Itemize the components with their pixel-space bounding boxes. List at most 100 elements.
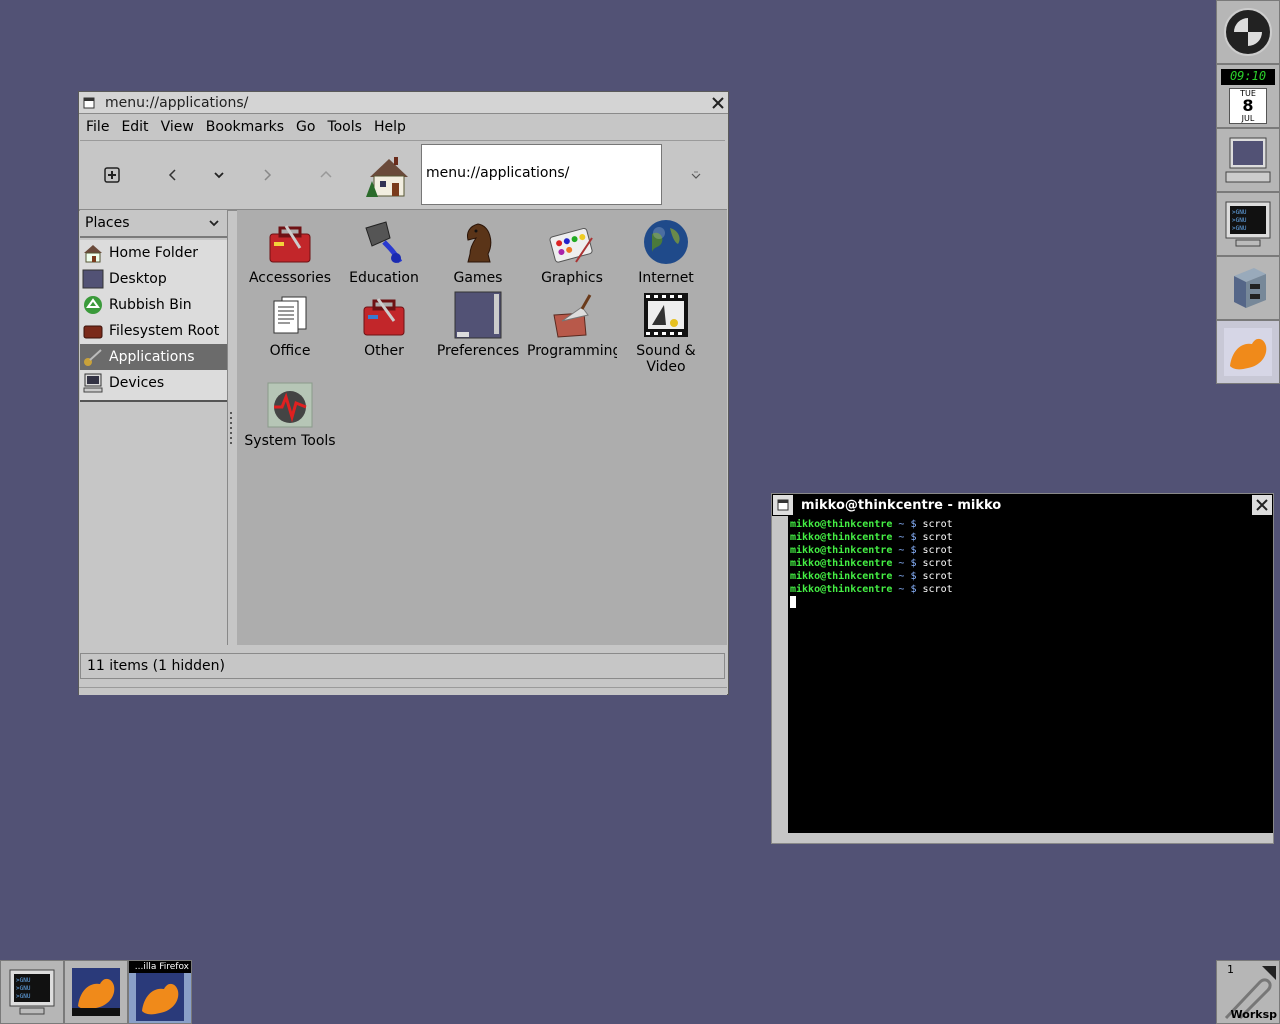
- taskbar-firefox-window[interactable]: ...illa Firefox: [128, 960, 192, 1024]
- trash-icon: [82, 295, 104, 315]
- toolbox-icon: [266, 218, 314, 266]
- home-button[interactable]: [364, 151, 414, 199]
- window-menu-button[interactable]: [79, 93, 99, 113]
- app-label: Education: [349, 270, 419, 286]
- dock-terminal-app[interactable]: >GNU >GNU >GNU: [1216, 192, 1280, 256]
- toolbox-icon: [360, 291, 408, 339]
- app-label: Programming: [527, 343, 617, 359]
- place-desktop[interactable]: Desktop: [80, 266, 227, 292]
- forward-button[interactable]: [255, 163, 279, 187]
- terminal-line: mikko@thinkcentre ~ $ scrot: [790, 532, 953, 543]
- place-label: Applications: [109, 349, 195, 365]
- app-label: Other: [364, 343, 404, 359]
- dock-main-button[interactable]: [1216, 0, 1280, 64]
- firefox-icon: [1224, 328, 1272, 376]
- menu-file[interactable]: File: [80, 119, 115, 135]
- app-label: Games: [453, 270, 503, 286]
- terminal-line: mikko@thinkcentre ~ $ scrot: [790, 571, 953, 582]
- calendar-month: JUL: [1241, 113, 1255, 123]
- close-button[interactable]: [708, 93, 728, 113]
- dock-file-manager-app[interactable]: [1216, 256, 1280, 320]
- app-programming[interactable]: Programming: [525, 291, 619, 359]
- terminal-resize-bar[interactable]: [772, 833, 1273, 843]
- chevron-down-icon: [209, 220, 219, 227]
- svg-text:>GNU: >GNU: [16, 985, 31, 992]
- menu-go[interactable]: Go: [290, 119, 321, 135]
- location-input[interactable]: menu://applications/: [421, 144, 662, 205]
- app-system-tools[interactable]: System Tools: [243, 381, 337, 449]
- workspace-number: 1: [1227, 963, 1234, 976]
- app-graphics[interactable]: Graphics: [525, 218, 619, 286]
- place-applications[interactable]: Applications: [80, 344, 227, 370]
- window-title: menu://applications/: [105, 94, 249, 111]
- ink-bottle-icon: [360, 218, 408, 266]
- file-manager-titlebar[interactable]: menu://applications/: [79, 92, 728, 114]
- globe-icon: [642, 218, 690, 266]
- workspace-label: Worksp: [1230, 1008, 1277, 1021]
- back-button[interactable]: [161, 163, 185, 187]
- window-maker-logo-icon: [1224, 8, 1272, 56]
- home-house-icon: [366, 157, 408, 197]
- location-dropdown-button[interactable]: [684, 163, 708, 187]
- up-button[interactable]: [314, 163, 338, 187]
- close-button[interactable]: [1252, 495, 1272, 515]
- dock-display-app[interactable]: [1216, 128, 1280, 192]
- new-tab-button[interactable]: [100, 163, 124, 187]
- places-selector[interactable]: Places: [80, 210, 227, 238]
- menu-edit[interactable]: Edit: [115, 119, 154, 135]
- app-office[interactable]: Office: [243, 291, 337, 359]
- terminal-window[interactable]: mikko@thinkcentre - mikko mikko@thinkcen…: [771, 493, 1274, 844]
- place-label: Rubbish Bin: [109, 297, 192, 313]
- resize-bar[interactable]: [79, 687, 727, 695]
- taskbar-terminal-icon-button[interactable]: >GNU >GNU >GNU: [0, 960, 64, 1024]
- place-rubbish-bin[interactable]: Rubbish Bin: [80, 292, 227, 318]
- app-education[interactable]: Education: [337, 218, 431, 286]
- dock-firefox-app[interactable]: [1216, 320, 1280, 384]
- terminal-output[interactable]: mikko@thinkcentre ~ $ scrot mikko@thinkc…: [790, 518, 1271, 831]
- new-tab-icon: [104, 167, 120, 183]
- place-label: Devices: [109, 375, 165, 391]
- close-icon: [1256, 499, 1268, 511]
- place-label: Home Folder: [109, 245, 199, 261]
- places-label: Places: [85, 215, 130, 231]
- terminal-monitor-icon: >GNU>GNU>GNU: [1225, 201, 1271, 247]
- terminal-scrollbar[interactable]: [772, 516, 788, 833]
- app-label: System Tools: [244, 433, 336, 449]
- app-sound-video[interactable]: Sound & Video: [619, 291, 713, 375]
- terminal-line: mikko@thinkcentre ~ $ scrot: [790, 558, 953, 569]
- pane-resize-handle[interactable]: [229, 410, 234, 444]
- file-cabinet-icon: [1234, 268, 1266, 308]
- menu-tools[interactable]: Tools: [321, 119, 368, 135]
- terminal-line: mikko@thinkcentre ~ $ scrot: [790, 519, 953, 530]
- computer-icon: [82, 373, 104, 393]
- workspace-switcher[interactable]: 1 Worksp: [1216, 960, 1280, 1024]
- drive-icon: [82, 321, 104, 341]
- place-filesystem-root[interactable]: Filesystem Root: [80, 318, 227, 344]
- app-internet[interactable]: Internet: [619, 218, 713, 286]
- up-arrow-icon: [320, 170, 332, 178]
- menu-view[interactable]: View: [155, 119, 200, 135]
- applications-icon: [82, 347, 104, 367]
- chevron-down-icon: [691, 171, 701, 179]
- app-preferences[interactable]: Preferences: [431, 291, 525, 359]
- menu-help[interactable]: Help: [368, 119, 412, 135]
- place-home-folder[interactable]: Home Folder: [80, 240, 227, 266]
- svg-text:>GNU: >GNU: [1232, 225, 1247, 232]
- history-dropdown-button[interactable]: [207, 163, 231, 187]
- place-label: Filesystem Root: [109, 323, 220, 339]
- window-menu-button[interactable]: [773, 495, 793, 515]
- film-strip-icon: [642, 291, 690, 339]
- terminal-cursor: [790, 596, 796, 608]
- taskbar-firefox-button[interactable]: [64, 960, 128, 1024]
- app-accessories[interactable]: Accessories: [243, 218, 337, 286]
- monitor-icon: [1225, 137, 1271, 183]
- desktop-preferences-icon: [454, 291, 502, 339]
- place-devices[interactable]: Devices: [80, 370, 227, 396]
- menu-bookmarks[interactable]: Bookmarks: [200, 119, 290, 135]
- dock-clock[interactable]: 09:10 TUE 8 JUL: [1216, 64, 1280, 128]
- terminal-titlebar[interactable]: mikko@thinkcentre - mikko: [772, 494, 1273, 516]
- app-label: Sound & Video: [636, 343, 696, 375]
- app-games[interactable]: Games: [431, 218, 525, 286]
- app-other[interactable]: Other: [337, 291, 431, 359]
- firefox-icon: [72, 968, 120, 1016]
